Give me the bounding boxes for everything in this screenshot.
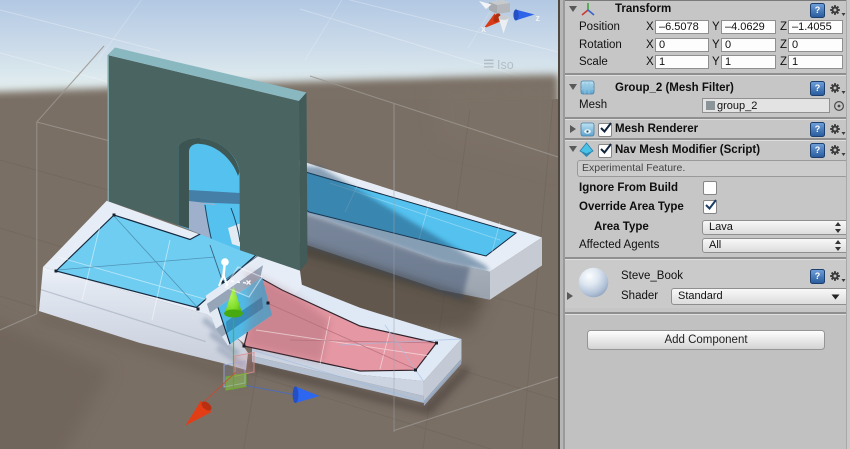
svg-text:x: x [481, 24, 486, 34]
svg-text:Iso: Iso [497, 58, 514, 72]
svg-text:z: z [536, 13, 541, 23]
